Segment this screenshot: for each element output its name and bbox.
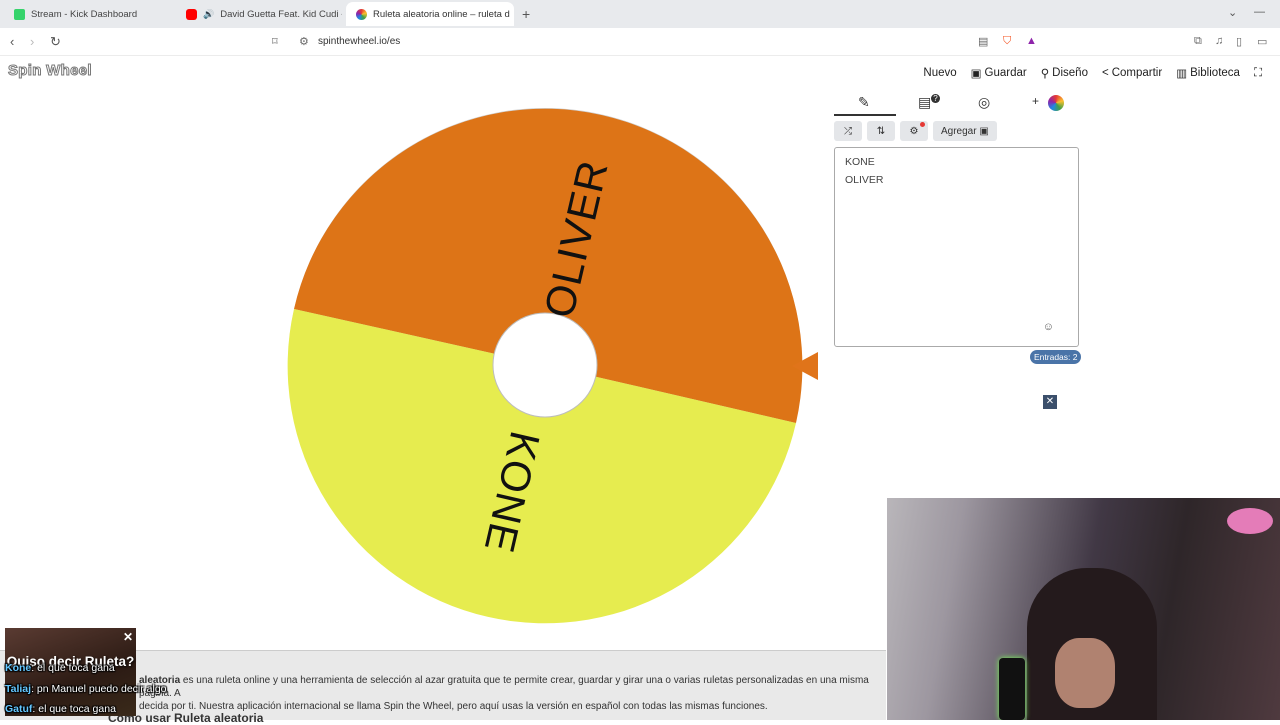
chat-message: Taliaj: pn Manuel puedo decir algo: [5, 683, 167, 695]
url-field[interactable]: spinthewheel.io/es: [318, 36, 400, 47]
chat-user: Gatuf: [5, 703, 33, 715]
youtube-icon: [186, 8, 197, 20]
settings-button[interactable]: ⚙: [900, 121, 928, 141]
shuffle-button[interactable]: ⤮: [834, 121, 862, 141]
brave-shield-icon[interactable]: ⛉: [1003, 35, 1011, 48]
image-icon: ▣: [979, 125, 989, 137]
chat-user: Taliaj: [5, 683, 32, 695]
back-icon[interactable]: ‹: [10, 34, 14, 49]
tab-title: Ruleta aleatoria online – ruleta d: [373, 8, 510, 20]
top-menu: Nuevo ▣ Guardar ⚲ Diseño < Compartir ▥ Bibli…: [923, 66, 1262, 81]
hide-tab-eye-icon[interactable]: ◎: [978, 94, 990, 111]
minimize-button[interactable]: —: [1254, 6, 1265, 18]
gear-icon: ⚙: [909, 125, 919, 137]
speaker-icon: 🔊: [203, 8, 215, 19]
tab-ruleta[interactable]: Ruleta aleatoria online – ruleta d ✕: [346, 2, 514, 26]
share-button[interactable]: < Compartir: [1102, 66, 1162, 80]
entry-line: KONE: [845, 156, 875, 168]
notification-dot: [920, 122, 925, 127]
add-image-label: Agregar: [941, 125, 977, 137]
entries-textarea[interactable]: KONE OLIVER ☺: [834, 147, 1079, 347]
share-label: Compartir: [1111, 67, 1163, 79]
chat-text: : el que toca gana: [32, 703, 116, 715]
pink-hat: [1227, 508, 1273, 534]
share-icon: <: [1101, 67, 1109, 79]
media-icon[interactable]: ♫: [1215, 35, 1223, 47]
wheel-center-hole: [492, 312, 598, 418]
webcam-feed: [887, 498, 1280, 720]
site-logo[interactable]: Spin Wheel: [8, 62, 93, 80]
wallet-icon[interactable]: ▭: [1257, 35, 1267, 48]
reload-icon[interactable]: ↻: [50, 34, 61, 50]
add-image-button[interactable]: Agregar ▣: [933, 121, 997, 141]
new-label: Nuevo: [923, 67, 957, 79]
chat-text: : el que toca gana: [31, 662, 115, 674]
spin-wheel[interactable]: OLIVER KONE: [286, 106, 804, 624]
address-bar: ‹ › ↻ ⌑ ⚙ spinthewheel.io/es ▤ ⛉ ▲ ⧉ ♫ ▯…: [0, 28, 1280, 56]
panel-tabs: ✎ ▤? ◎ +: [834, 90, 1078, 116]
site-settings-icon[interactable]: ⚙: [299, 35, 309, 48]
face: [1055, 638, 1115, 708]
shuffle-icon: ⤮: [844, 125, 852, 137]
entry-line: OLIVER: [845, 173, 884, 186]
microphone: [999, 658, 1025, 720]
browser-tab-bar: Stream - Kick Dashboard 🔊 David Guetta F…: [0, 0, 1280, 28]
tab-kick-dashboard[interactable]: Stream - Kick Dashboard: [4, 2, 174, 26]
design-button[interactable]: ⚲ Diseño: [1041, 66, 1088, 80]
description-text: aleatoria es una ruleta online y una her…: [139, 674, 889, 713]
reader-icon[interactable]: ▤: [978, 35, 988, 48]
extensions-icon[interactable]: ⧉: [1194, 35, 1202, 48]
chat-message: Gatuf: el que toca gana: [5, 703, 116, 715]
library-icon: ▥: [1176, 68, 1188, 80]
save-label: Guardar: [984, 67, 1027, 79]
tab-search-icon[interactable]: ⌄: [1228, 6, 1237, 19]
sort-button[interactable]: ⇅: [867, 121, 895, 141]
close-icon[interactable]: ✕: [123, 630, 133, 644]
edit-tab-pencil-icon[interactable]: ✎: [858, 94, 870, 111]
description-body: es una ruleta online y una herramienta d…: [139, 675, 869, 699]
add-wheel-plus-icon[interactable]: +: [1032, 94, 1039, 108]
bookmark-icon[interactable]: ⌑: [272, 35, 278, 48]
library-button[interactable]: ▥ Biblioteca: [1176, 66, 1240, 80]
entries-count-badge: Entradas: 2: [1030, 350, 1082, 364]
sort-icon: ⇅: [876, 125, 886, 137]
sidebar-icon[interactable]: ▯: [1236, 35, 1242, 48]
color-wheel-icon: [356, 8, 367, 20]
active-tab-underline: [834, 114, 896, 116]
design-label: Diseño: [1052, 67, 1088, 79]
results-tab-clipboard-icon[interactable]: ▤?: [918, 94, 940, 111]
color-wheel-icon[interactable]: [1048, 95, 1064, 111]
save-button[interactable]: ▣ Guardar: [971, 66, 1027, 80]
tab-title: David Guetta Feat. Kid Cudi - Me: [220, 8, 342, 20]
library-label: Biblioteca: [1190, 67, 1240, 79]
close-icon[interactable]: ✕: [1043, 395, 1057, 409]
kick-icon: [14, 8, 25, 20]
wheel-pointer: [792, 352, 818, 380]
chat-text: : pn Manuel puedo decir algo: [31, 683, 167, 695]
chat-user: Kone: [5, 662, 32, 674]
tab-title: Stream - Kick Dashboard: [31, 8, 138, 20]
wheel-svg[interactable]: OLIVER KONE: [286, 106, 804, 624]
entry-toolbar: ⤮ ⇅ ⚙ Agregar ▣: [834, 121, 997, 141]
tab-youtube[interactable]: 🔊 David Guetta Feat. Kid Cudi - Me: [176, 2, 342, 26]
new-button[interactable]: Nuevo: [923, 66, 956, 80]
new-tab-button[interactable]: +: [522, 6, 530, 22]
forward-icon[interactable]: ›: [30, 34, 34, 49]
design-icon: ⚲: [1040, 68, 1050, 80]
chat-message: Kone: el que toca gana: [5, 662, 115, 674]
rewards-icon[interactable]: ▲: [1026, 35, 1037, 47]
fullscreen-icon[interactable]: ⛶: [1254, 66, 1262, 80]
emoji-icon[interactable]: ☺: [1043, 319, 1054, 337]
save-icon: ▣: [970, 68, 982, 80]
